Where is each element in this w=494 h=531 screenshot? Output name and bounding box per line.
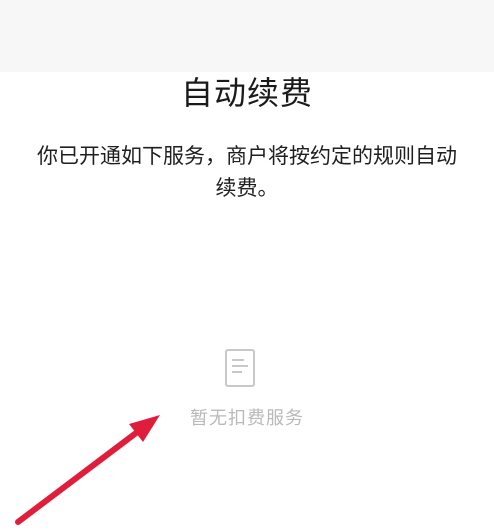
top-bar [0, 0, 494, 72]
auto-renewal-page: 自动续费 你已开通如下服务，商户将按约定的规则自动续费。 暂无扣费服务 [0, 0, 494, 531]
service-description: 你已开通如下服务，商户将按约定的规则自动续费。 [37, 144, 457, 200]
document-icon [225, 349, 255, 387]
empty-state-text: 暂无扣费服务 [190, 408, 304, 429]
page-title: 自动续费 [180, 74, 313, 112]
